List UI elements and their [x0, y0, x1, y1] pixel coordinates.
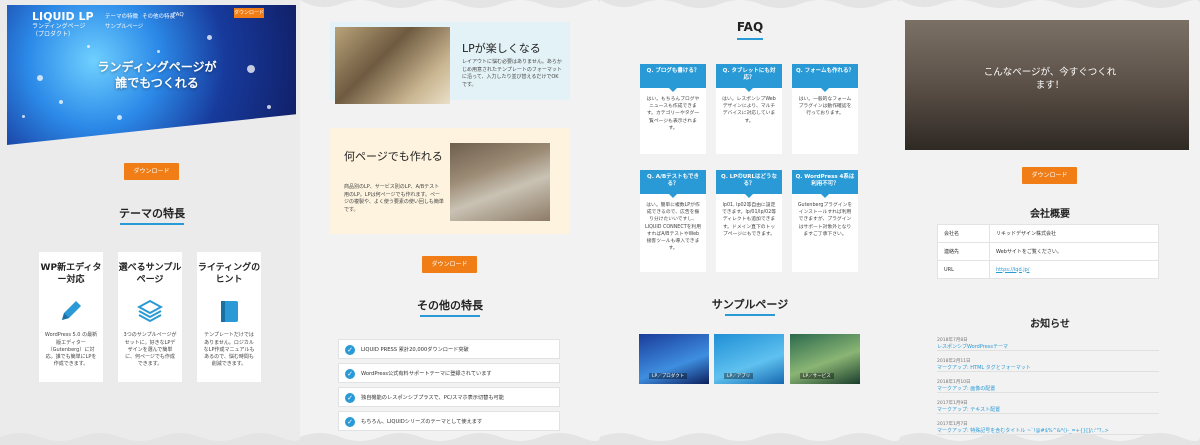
news-link[interactable]: マークアップ: HTML タグとフォーマット: [937, 364, 1159, 371]
faq-answer: はい。一般的なフォームプラグインは動作確認を行っております。: [798, 97, 852, 117]
news-item[interactable]: 2018年7月8日 レスポンシブWordPressテーマ: [937, 337, 1159, 351]
check-icon: ✓: [345, 417, 355, 427]
list-item-text: もちろん、LIQUIDシリーズのテーマとして使えます: [361, 419, 483, 425]
table-row: URL https://lqd.jp/: [937, 260, 1159, 279]
list-item-text: WordPress公式有料サポートテーマに登録されています: [361, 371, 492, 377]
bottom-wave-edge: [0, 433, 1200, 445]
table-key: URL: [937, 260, 990, 279]
layers-icon: [137, 300, 163, 323]
sample-underline: [725, 314, 775, 316]
faq-question: Q. タブレットにも対応？: [716, 64, 782, 92]
faq-card[interactable]: Q. タブレットにも対応？ はい。レスポンシブWebデザインにより、マルチデバイス…: [716, 64, 782, 154]
benefit-text-2: 商品別のLP、サービス別のLP、A/Bテスト用のLP。LPは何ページでも作れます…: [344, 184, 444, 213]
news-link[interactable]: マークアップ: 画像の配置: [937, 385, 1159, 392]
other-features-title: その他の特長: [417, 299, 483, 312]
list-item: ✓ LIQUID PRESS 累計20,000ダウンロード突破: [338, 339, 560, 359]
thumbnail-caption: LP／プロダクト: [649, 373, 688, 379]
faq-answer: lp01, lp02等自由に設定できます。lp/01/lp/02等ディレクトも追…: [721, 203, 777, 237]
thumbnail-caption: LP／サービス: [800, 373, 834, 379]
news-item[interactable]: 2018年2月11日 マークアップ: HTML タグとフォーマット: [937, 358, 1159, 372]
check-icon: ✓: [345, 369, 355, 379]
feature-title: ライティングのヒント: [197, 263, 261, 286]
pencil-icon: [62, 301, 81, 321]
faq-card[interactable]: Q. WordPress 4系は利用不可？ Gutenbergプラグインをインスト…: [792, 170, 858, 272]
news-item[interactable]: 2018年1月10日 マークアップ: 画像の配置: [937, 379, 1159, 393]
news-title: お知らせ: [1030, 319, 1070, 330]
desk-computer-photo: [450, 143, 550, 221]
other-features-underline: [420, 315, 480, 317]
feature-text: WordPress 5.0 の最新版エディター（Gutenberg）に対応。誰で…: [44, 332, 98, 368]
download-button[interactable]: ダウンロード: [124, 163, 179, 180]
feature-card: WP新エディター対応 WordPress 5.0 の最新版エディター（Guten…: [39, 252, 103, 382]
sample-thumbnail[interactable]: LP／プロダクト: [639, 334, 709, 384]
faq-question: Q. WordPress 4系は利用不可？: [792, 170, 858, 198]
features-title-underline: [120, 223, 184, 225]
woman-laughing-photo: [335, 27, 450, 104]
stage: LIQUID LP ランディングページ（プロダクト） テーマの特徴 その他の特長…: [0, 0, 1200, 445]
feature-text: テンプレートだけではありません。ロジカルなLP作成マニュアルもあるので、悩む時間…: [203, 332, 255, 368]
download-button[interactable]: ダウンロード: [422, 256, 477, 273]
table-row: 連絡先 Webサイトをご覧ください。: [937, 242, 1159, 261]
list-item-text: LIQUID PRESS 累計20,000ダウンロード突破: [361, 347, 469, 353]
table-row: 会社名 リキッドデザイン株式会社: [937, 224, 1159, 243]
faq-answer: はい。もちろんブログやニュースも作成できます。カテゴリーやタグ一覧ページも表示さ…: [646, 97, 700, 131]
news-link[interactable]: レスポンシブWordPressテーマ: [937, 343, 1159, 350]
check-icon: ✓: [345, 393, 355, 403]
faq-card[interactable]: Q. LPのURLはどうなる？ lp01, lp02等自由に設定できます。lp/0…: [716, 170, 782, 272]
list-item: ✓ 独自機能のレスポンシブプラスで、PC/スマホ表示切替も可能: [338, 387, 560, 407]
feature-card: ライティングのヒント テンプレートだけではありません。ロジカルなLP作成マニュア…: [197, 252, 261, 382]
feature-title: 選べるサンプルページ: [118, 263, 182, 286]
thumbnail-caption: LP／アプリ: [724, 373, 754, 379]
news-item[interactable]: 2017年1月9日 マークアップ: テキスト配置: [937, 400, 1159, 414]
faq-title: FAQ: [736, 20, 764, 34]
sample-thumbnail[interactable]: LP／サービス: [790, 334, 860, 384]
faq-question: Q. LPのURLはどうなる？: [716, 170, 782, 198]
faq-answer: はい。レスポンシブWebデザインにより、マルチデバイスに対応しています。: [722, 97, 776, 124]
faq-question: Q. フォームも作れる？: [792, 64, 858, 92]
sample-thumbnail[interactable]: LP／アプリ: [714, 334, 784, 384]
benefit-title-1: LPが楽しくなる: [462, 42, 541, 55]
feature-text: 3つのサンプルページがセットに。好きなLPデザインを選んで簡単に、何ページでも作…: [123, 332, 177, 368]
news-link[interactable]: マークアップ: テキスト配置: [937, 406, 1159, 413]
company-table: 会社名 リキッドデザイン株式会社 連絡先 Webサイトをご覧ください。 URL htt…: [937, 224, 1159, 279]
site-tagline: ランディングページ（プロダクト）: [32, 23, 86, 38]
table-value: Webサイトをご覧ください。: [989, 242, 1159, 261]
top-wave-edge: [300, 0, 1200, 8]
check-icon: ✓: [345, 345, 355, 355]
faq-answer: Gutenbergプラグインをインストールすれば利用できますが、プラグインはサポ…: [797, 203, 853, 237]
faq-question: Q. ブログも書ける？: [640, 64, 706, 92]
download-button[interactable]: ダウンロード: [1022, 167, 1077, 184]
faq-card[interactable]: Q. フォームも作れる？ はい。一般的なフォームプラグインは動作確認を行っておりま…: [792, 64, 858, 154]
nav-samples[interactable]: サンプルページ: [105, 22, 143, 30]
table-value: リキッドデザイン株式会社: [989, 224, 1159, 243]
table-key: 会社名: [937, 224, 990, 243]
company-title: 会社概要: [1030, 209, 1070, 220]
sample-title: サンプルページ: [711, 298, 789, 311]
company-url-link[interactable]: https://lqd.jp/: [996, 267, 1030, 273]
book-icon: [221, 301, 238, 323]
list-item: ✓ WordPress公式有料サポートテーマに登録されています: [338, 363, 560, 383]
feature-title: WP新エディター対応: [40, 263, 102, 286]
cta-hero-title: こんなページが、今すぐつくれます！: [983, 67, 1117, 92]
features-title: テーマの特長: [119, 207, 185, 220]
list-item-text: 独自機能のレスポンシブプラスで、PC/スマホ表示切替も可能: [361, 395, 504, 401]
faq-underline: [737, 38, 763, 40]
table-key: 連絡先: [937, 242, 990, 261]
faq-answer: はい。簡単に複数LPが作成できるので、広告を振り分けたいいですし、LIQUID …: [645, 203, 702, 252]
hero-title: ランディングページが誰でもつくれる: [97, 60, 217, 90]
faq-question: Q. A/Bテストもできる？: [640, 170, 706, 198]
benefit-title-2: 何ページでも作れる: [344, 150, 443, 163]
feature-card: 選べるサンプルページ 3つのサンプルページがセットに。好きなLPデザインを選んで…: [118, 252, 182, 382]
benefit-text-1: レイアウトに悩む必要はありません。あらかじめ用意されたテンプレートのフォーマット…: [462, 59, 562, 88]
list-item: ✓ もちろん、LIQUIDシリーズのテーマとして使えます: [338, 411, 560, 431]
faq-card[interactable]: Q. A/Bテストもできる？ はい。簡単に複数LPが作成できるので、広告を振り分け…: [640, 170, 706, 272]
faq-card[interactable]: Q. ブログも書ける？ はい。もちろんブログやニュースも作成できます。カテゴリーや…: [640, 64, 706, 154]
